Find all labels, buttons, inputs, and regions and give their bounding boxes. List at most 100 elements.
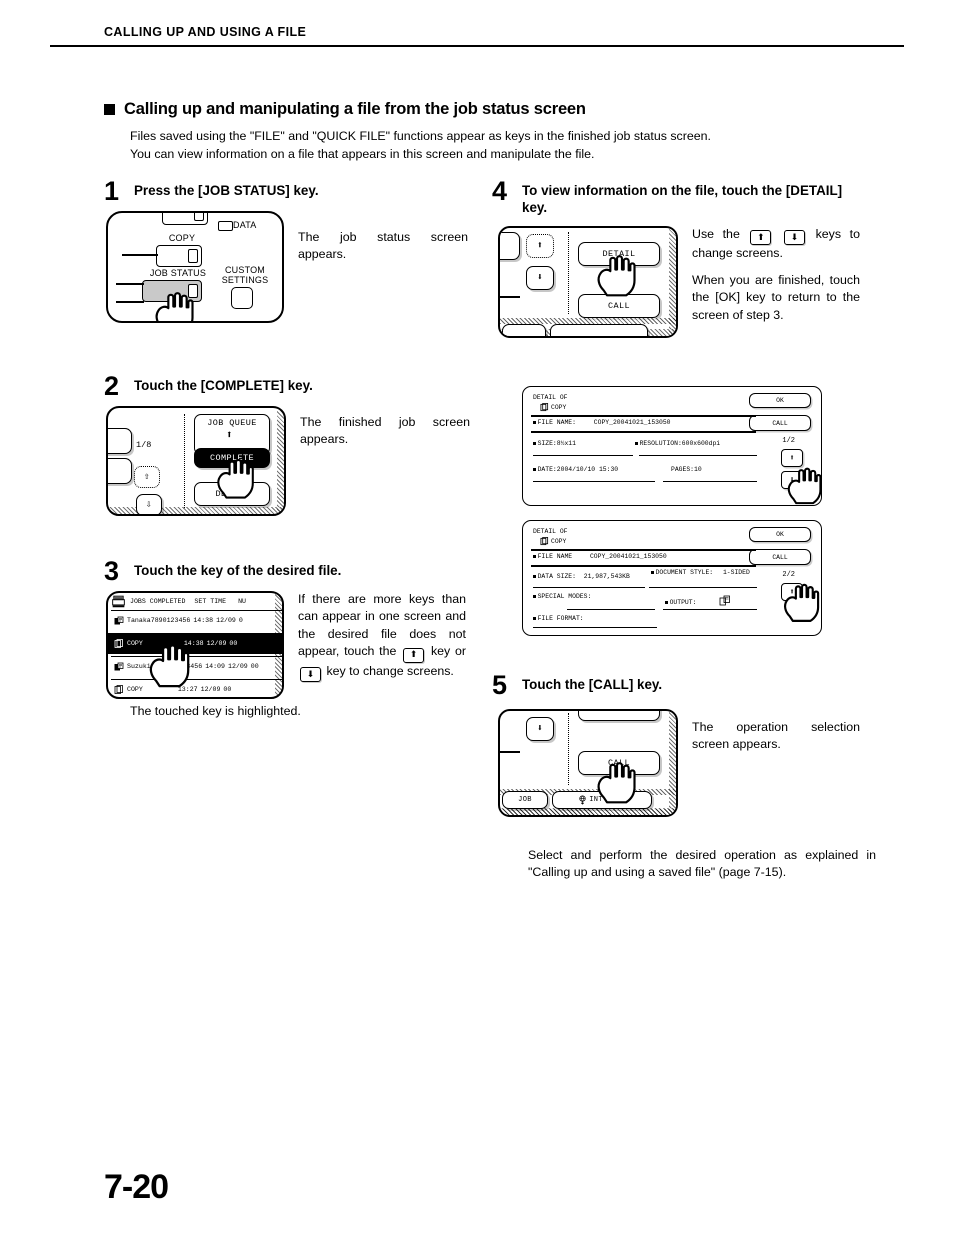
scroll-down-key[interactable]: ⇩	[136, 493, 162, 514]
step-3-note-after: The touched key is highlighted.	[130, 703, 484, 721]
scroll-up-key[interactable]: ⬆	[781, 583, 803, 601]
copy-job-icon	[114, 638, 123, 648]
field-bullet-icon	[635, 442, 638, 445]
step-2-title: Touch the [COMPLETE] key.	[134, 377, 313, 393]
ok-key[interactable]: OK	[749, 393, 811, 408]
field-label: DATE:2004/10/10 15:30	[537, 466, 619, 473]
col-header-set-time: SET TIME	[194, 597, 227, 605]
custom-settings-key	[231, 286, 253, 309]
table-row[interactable]: COPY 14:38 12/09 00	[108, 632, 282, 654]
step-3-note: If there are more keys than can appear i…	[298, 591, 466, 699]
scroll-up-key[interactable]: ⬆	[781, 449, 803, 467]
field-special-modes: SPECIAL MODES:	[533, 593, 591, 601]
panel-divider	[568, 712, 570, 785]
job-date: 12/09	[216, 617, 236, 625]
manual-page: CALLING UP AND USING A FILE Calling up a…	[0, 0, 954, 1235]
detail-key[interactable]: DETAIL	[578, 242, 660, 266]
down-arrow-icon: ⇩	[145, 499, 153, 511]
step-3-note-main: If there are more keys than can appear i…	[298, 591, 466, 682]
upper-key-partial[interactable]	[578, 710, 660, 721]
field-bullet-icon	[533, 442, 536, 445]
scroll-up-key[interactable]: ⬆	[526, 234, 554, 258]
job-name: Tanaka7890123456	[127, 617, 191, 625]
ok-label: OK	[776, 531, 784, 538]
underline	[533, 627, 657, 628]
detail-title: DETAIL OF	[533, 528, 568, 535]
call-label: CALL	[607, 757, 630, 768]
left-tab-key-2[interactable]	[108, 457, 132, 484]
field-value: COPY_20041021_153050	[589, 553, 667, 560]
operation-panel-illustration: DATA COPY JOB STATUS CUSTOM SETTINGS	[106, 210, 284, 323]
job-time: 14:38	[193, 617, 214, 625]
table-row[interactable]: COPY 13:27 12/09 00	[111, 678, 282, 697]
call-screen: ⬇ CALL JOB INT -FAX	[498, 708, 678, 817]
completed-jobs-screen: JOBS COMPLETED SET TIME NU Tanaka7890123…	[106, 590, 284, 699]
tab-job[interactable]	[502, 324, 546, 336]
custom-settings-label-line-2: SETTINGS	[221, 274, 269, 285]
field-file-name: FILE NAME: COPY_20041021_153050	[533, 419, 671, 426]
table-row[interactable]: Tanaka7890123456 14:38 12/09 0	[111, 609, 282, 631]
field-file-name: FILE NAME COPY_20041021_153050	[533, 553, 667, 560]
right-column: 4 To view information on the file, touch…	[492, 178, 887, 882]
field-label: RESOLUTION:600x600dpi	[639, 440, 721, 447]
field-date: DATE:2004/10/10 15:30	[533, 466, 618, 473]
field-bullet-icon	[533, 468, 536, 471]
copy-job-icon	[540, 537, 549, 546]
job-status-key[interactable]	[142, 279, 202, 302]
step-5-body: ⬇ CALL JOB INT -FAX The operation select…	[492, 708, 887, 817]
left-tab-key-1[interactable]	[500, 232, 520, 260]
step-5-note-text: The operation selection screen appears.	[692, 719, 860, 752]
call-label: CALL	[607, 301, 630, 311]
fax-job-icon	[114, 616, 124, 625]
call-key[interactable]: CALL	[749, 549, 811, 565]
section-title: Calling up and manipulating a file from …	[124, 100, 586, 118]
call-key[interactable]: CALL	[578, 750, 660, 775]
ok-key[interactable]: OK	[749, 527, 811, 542]
field-bullet-icon	[533, 617, 536, 620]
step-4-note-text-a: Use the	[692, 227, 740, 241]
call-label: CALL	[772, 553, 788, 561]
tab-job[interactable]: JOB	[502, 790, 548, 809]
step-4-title: To view information on the file, touch t…	[522, 183, 843, 215]
detail-subtitle: COPY	[551, 538, 567, 545]
detail-label: DETAIL	[215, 488, 249, 499]
step-4: 4 To view information on the file, touch…	[492, 178, 887, 338]
detail-title: DETAIL OF	[533, 394, 568, 401]
scroll-down-key[interactable]: ⬇	[526, 266, 554, 290]
left-tab-key-1[interactable]	[108, 427, 132, 454]
call-key[interactable]: CALL	[578, 294, 660, 318]
scroll-down-key-inline[interactable]: ⬇	[300, 666, 321, 682]
detail-key[interactable]: DETAIL	[194, 481, 270, 506]
table-row[interactable]: Suzuki4567890123456 14:09 12/09 00	[111, 655, 282, 677]
step-2-number: 2	[104, 370, 120, 401]
job-status-key-label: JOB STATUS	[149, 267, 207, 278]
detail-call-screen: ⬆ ⬇ DETAIL CALL	[498, 226, 678, 338]
field-value: 1-SIDED	[722, 569, 750, 576]
call-key[interactable]: CALL	[749, 415, 811, 431]
field-label: PAGES:10	[671, 466, 702, 473]
job-num: 00	[223, 686, 232, 694]
underline	[663, 481, 757, 482]
scroll-down-key[interactable]: ⬇	[781, 471, 803, 489]
data-led-icon	[218, 220, 233, 231]
panel-key-nub-icon	[194, 212, 204, 221]
scroll-up-key-inline[interactable]: ⬆	[750, 230, 772, 246]
underline	[531, 431, 756, 433]
scroll-up-key[interactable]: ⇧	[134, 465, 160, 488]
panel-rail-3	[116, 300, 144, 303]
scroll-up-key-inline[interactable]: ⬆	[403, 647, 425, 663]
scroll-down-key-inline[interactable]: ⬇	[784, 230, 805, 246]
step-1: 1 Press the [JOB STATUS] key. DATA COPY	[104, 178, 484, 323]
ok-label: OK	[776, 397, 784, 404]
tab-internet-fax[interactable]	[550, 324, 648, 336]
field-bullet-icon	[533, 595, 536, 598]
step-1-body: DATA COPY JOB STATUS CUSTOM SETTINGS The…	[104, 210, 484, 323]
field-output: OUTPUT:	[665, 599, 696, 606]
tab-job-label: JOB	[518, 795, 532, 804]
tab-internet-fax[interactable]: INT -FAX	[552, 790, 652, 809]
copy-job-icon	[540, 403, 549, 412]
scroll-down-key[interactable]: ⬇	[526, 716, 554, 741]
step-3-note-text-b: key or	[430, 644, 466, 659]
section-intro-line-2: You can view information on a file that …	[130, 146, 595, 161]
complete-key[interactable]: COMPLETE	[194, 447, 270, 468]
